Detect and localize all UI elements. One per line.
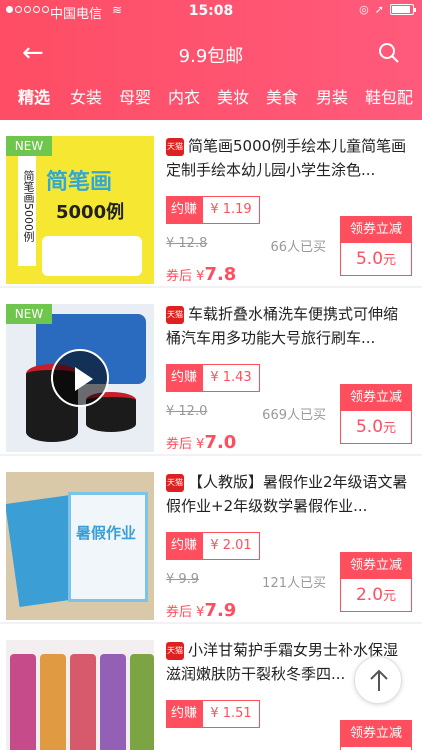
earn-label: 约赚 <box>166 532 202 560</box>
original-price: ¥ 12.0 <box>166 404 208 419</box>
tab-category[interactable]: 美食 <box>266 84 298 108</box>
earn-value: ¥ 1.51 <box>202 700 260 728</box>
earn-label: 约赚 <box>166 700 202 728</box>
earn-tag: 约赚 ¥ 2.01 <box>166 532 260 560</box>
new-badge: NEW <box>6 304 52 324</box>
coupon-unit: 元 <box>383 589 397 604</box>
sold-count: 66人已买 <box>270 240 326 255</box>
earn-label: 约赚 <box>166 364 202 392</box>
after-price: 7.9 <box>204 600 237 621</box>
sold-count: 121人已买 <box>262 576 326 591</box>
earn-tag: 约赚 ¥ 1.51 <box>166 700 260 728</box>
coupon-button[interactable]: 领券立减 2.0元 <box>340 552 412 612</box>
product-image: 暑假作业 <box>6 472 154 620</box>
status-bar: 中国电信 ≋ 15:08 ◎ ➚ <box>0 0 422 22</box>
page-title: 9.9包邮 <box>178 46 244 67</box>
coupon-button[interactable]: 领券立减 5.0元 <box>340 384 412 444</box>
search-icon[interactable] <box>378 42 400 64</box>
tab-category[interactable]: 美妆 <box>217 84 249 108</box>
earn-value: ¥ 2.01 <box>202 532 260 560</box>
new-badge: NEW <box>6 136 52 156</box>
product-title: 【人教版】暑假作业2年级语文暑假作业+2年级数学暑假作业... <box>166 473 408 515</box>
original-price: ¥ 9.9 <box>166 572 200 587</box>
location-icon: ➚ <box>374 3 384 16</box>
product-title: 车载折叠水桶洗车便携式可伸缩桶汽车用多功能大号旅行刷车... <box>166 305 399 347</box>
earn-tag: 约赚 ¥ 1.43 <box>166 364 260 392</box>
nav-bar: ← 9.9包邮 <box>0 36 422 72</box>
coupon-button[interactable]: 领券立减 5.0元 <box>340 216 412 276</box>
coupon-label: 领券立减 <box>341 217 411 243</box>
after-label: 券后 <box>166 437 193 452</box>
earn-value: ¥ 1.43 <box>202 364 260 392</box>
product-image <box>6 640 154 750</box>
earn-tag: 约赚 ¥ 1.19 <box>166 196 260 224</box>
coupon-value: 5.0 <box>355 249 384 269</box>
back-to-top-button[interactable] <box>354 656 402 704</box>
battery-icon <box>390 4 416 15</box>
product-image: 简笔画5000例 简笔画 5000例 <box>6 136 154 284</box>
coupon-unit: 元 <box>383 253 397 268</box>
coupon-button[interactable]: 领券立减 <box>340 720 412 750</box>
product-image <box>6 304 154 452</box>
category-tabs: 精选 女装 母婴 内衣 美妆 美食 男装 鞋包配 <box>0 84 422 112</box>
coupon-unit: 元 <box>383 421 397 436</box>
coupon-label: 领券立减 <box>341 385 411 411</box>
tab-category[interactable]: 内衣 <box>168 84 200 108</box>
tab-category[interactable]: 男装 <box>316 84 348 108</box>
thumb-title: 暑假作业 <box>76 524 137 542</box>
earn-label: 约赚 <box>166 196 202 224</box>
product-card[interactable]: NEW 天猫 车载折叠水桶洗车便携式可伸缩桶汽车用多功能大号旅行刷车... 约赚… <box>0 288 422 454</box>
tab-category[interactable]: 女装 <box>70 84 102 108</box>
sold-count: 669人已买 <box>262 408 326 423</box>
arrow-up-icon <box>370 669 388 691</box>
coupon-value: 2.0 <box>355 585 384 605</box>
tab-category[interactable]: 鞋包配 <box>365 84 413 108</box>
earn-value: ¥ 1.19 <box>202 196 260 224</box>
after-label: 券后 <box>166 605 193 620</box>
final-price: 券后 ¥7.0 <box>166 432 236 453</box>
final-price: 券后 ¥7.8 <box>166 264 236 285</box>
header: 中国电信 ≋ 15:08 ◎ ➚ ← 9.9包邮 精选 女装 母婴 内衣 美妆 … <box>0 0 422 120</box>
after-price: 7.0 <box>204 432 237 453</box>
final-price: 券后 ¥7.9 <box>166 600 236 621</box>
after-label: 券后 <box>166 269 193 284</box>
coupon-value: 5.0 <box>355 417 384 437</box>
thumb-title: 简笔画 <box>46 170 113 195</box>
after-price: 7.8 <box>204 264 237 285</box>
tab-category[interactable]: 母婴 <box>119 84 151 108</box>
original-price: ¥ 12.8 <box>166 236 208 251</box>
coupon-label: 领券立减 <box>341 721 411 747</box>
product-title: 简笔画5000例手绘本儿童简笔画定制手绘本幼儿园小学生涂色... <box>166 137 407 179</box>
thumb-subtitle: 5000例 <box>56 202 125 223</box>
play-icon[interactable] <box>51 349 109 407</box>
coupon-label: 领券立减 <box>341 553 411 579</box>
product-card[interactable]: 暑假作业 天猫 【人教版】暑假作业2年级语文暑假作业+2年级数学暑假作业... … <box>0 456 422 622</box>
product-card[interactable]: NEW 简笔画5000例 简笔画 5000例 天猫 简笔画5000例手绘本儿童简… <box>0 120 422 286</box>
tab-category[interactable]: 精选 <box>18 84 50 108</box>
orientation-lock-icon: ◎ <box>359 3 369 16</box>
